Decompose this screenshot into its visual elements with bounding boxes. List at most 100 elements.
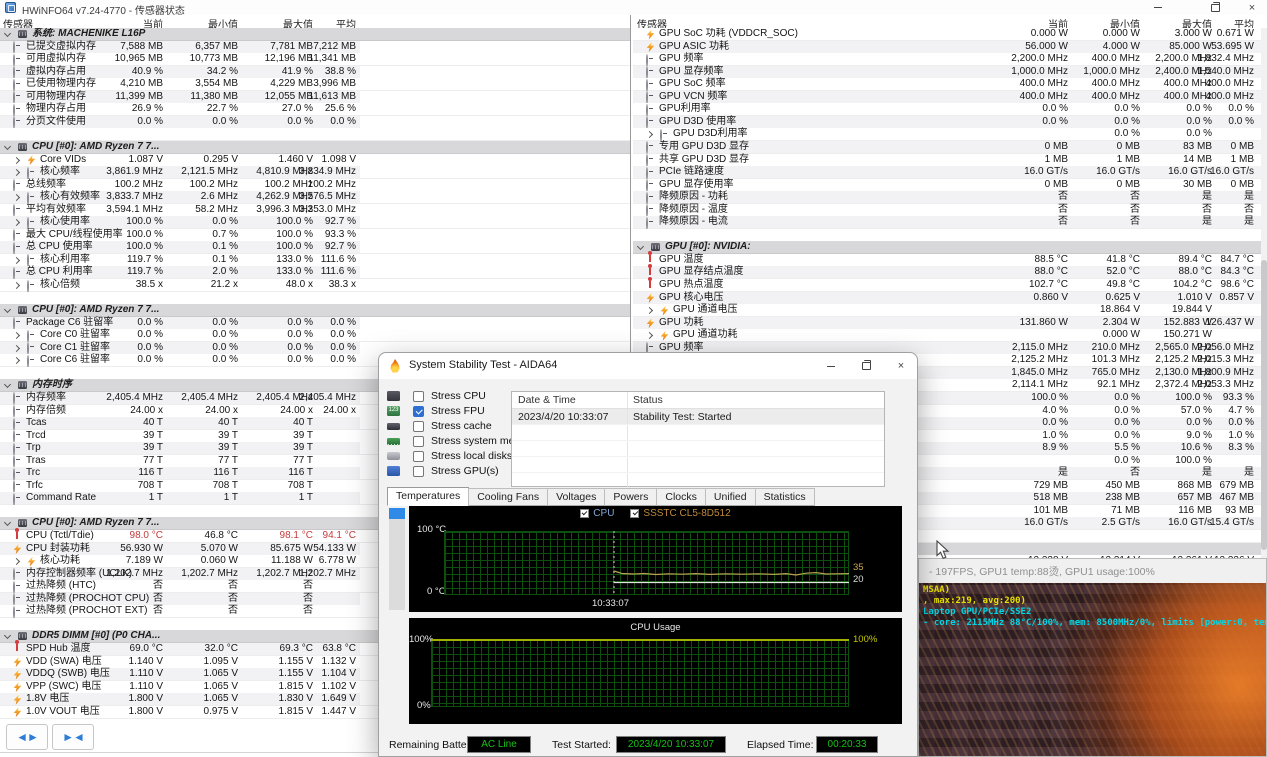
expand-chevron-icon[interactable] [13,169,20,176]
sensor-row[interactable]: 降频原因 - 温度否否否否 [633,204,1267,217]
sensor-row[interactable]: GPU 通道功耗0.000 W150.271 W [633,329,1267,342]
sensor-row[interactable]: 已提交虚拟内存7,588 MB6,357 MB7,781 MB7,212 MB [0,41,630,54]
furmark-titlebar[interactable]: - 197FPS, GPU1 temp:88烫, GPU1 usage:100% [919,559,1266,584]
legend-ssd[interactable]: SSSTC CL5-8D512 [630,508,730,519]
sensor-row[interactable]: GPU 通道电压18.864 V19.844 V [633,304,1267,317]
test-log-table[interactable]: Date & Time Status 2023/4/20 10:33:07 St… [511,391,885,487]
sensor-row[interactable]: GPU 频率2,200.0 MHz400.0 MHz2,200.0 MHz1,8… [633,53,1267,66]
expand-chevron-icon[interactable] [13,156,20,163]
aida-minimize-button[interactable] [816,353,846,379]
checkbox-icon[interactable] [580,509,589,518]
aida-titlebar[interactable]: System Stability Test - AIDA64 × [379,353,917,379]
expand-chevron-icon[interactable] [13,282,20,289]
expand-chevron-icon[interactable] [13,332,20,339]
sensor-row[interactable]: 已使用物理内存4,210 MB3,554 MB4,229 MB3,996 MB [0,78,630,91]
sensor-row[interactable]: GPU 显存频率1,000.0 MHz1,000.0 MHz2,400.0 MH… [633,66,1267,79]
sensor-row[interactable]: GPU 显存使用率0 MB0 MB30 MB0 MB [633,179,1267,192]
tab-statistics[interactable]: Statistics [755,488,815,506]
sensor-row[interactable]: 核心利用率119.7 %0.1 %133.0 %111.6 % [0,254,630,267]
sensor-row[interactable]: 核心频率3,861.9 MHz2,121.5 MHz4,810.9 MHz3,8… [0,166,630,179]
sensor-row[interactable]: Core VIDs1.087 V0.295 V1.460 V1.098 V [0,154,630,167]
tab-temperatures[interactable]: Temperatures [387,487,469,506]
expand-chevron-icon[interactable] [646,131,653,138]
sensor-row[interactable]: 虚拟内存占用40.9 %34.2 %41.9 %38.8 % [0,66,630,79]
tab-powers[interactable]: Powers [604,488,657,506]
expand-chevron-icon[interactable] [646,332,653,339]
sensor-row[interactable]: 最大 CPU/线程使用率100.0 %0.7 %100.0 %93.3 % [0,229,630,242]
scrollbar-thumb[interactable] [1261,260,1267,550]
sensor-row[interactable]: 分页文件使用0.0 %0.0 %0.0 %0.0 % [0,116,630,129]
collapse-chevron-icon[interactable] [4,306,11,313]
sensor-row[interactable]: GPU 温度88.5 °C41.8 °C89.4 °C84.7 °C [633,254,1267,267]
aida-close-button[interactable]: × [886,353,916,379]
sensor-row[interactable]: GPU ASIC 功耗56.000 W4.000 W85.000 W53.695… [633,41,1267,54]
checkbox[interactable] [413,466,424,477]
hwinfo-minimize-button[interactable] [1143,0,1173,15]
expand-chevron-icon[interactable] [13,345,20,352]
sensor-row[interactable]: GPU利用率0.0 %0.0 %0.0 %0.0 % [633,103,1267,116]
sensor-row[interactable]: GPU D3D 使用率0.0 %0.0 %0.0 %0.0 % [633,116,1267,129]
collapse-chevron-icon[interactable] [4,381,11,388]
sensor-row[interactable]: 降频原因 - 电流否否是是 [633,216,1267,229]
expand-chevron-icon[interactable] [13,558,20,565]
legend-cpu[interactable]: CPU [580,508,614,519]
collapse-chevron-icon[interactable] [4,632,11,639]
sensor-row[interactable]: GPU SoC 功耗 (VDDCR_SOC)0.000 W0.000 W3.00… [633,28,1267,41]
expand-columns-button[interactable]: ◄► [6,724,48,750]
aida-maximize-button[interactable] [851,353,881,379]
checkbox-icon[interactable] [630,509,639,518]
sensor-row[interactable]: Core C0 驻留率0.0 %0.0 %0.0 %0.0 % [0,329,630,342]
sensor-row[interactable]: 总线频率100.2 MHz100.2 MHz100.2 MHz100.2 MHz [0,179,630,192]
sensor-row[interactable]: 总 CPU 利用率119.7 %2.0 %133.0 %111.6 % [0,266,630,279]
sensor-row[interactable]: 平均有效频率3,594.1 MHz58.2 MHz3,996.3 MHz3,35… [0,204,630,217]
tab-unified[interactable]: Unified [705,488,756,506]
tab-voltages[interactable]: Voltages [547,488,605,506]
log-row[interactable]: 2023/4/20 10:33:07 Stability Test: Start… [512,409,884,425]
sensor-row[interactable]: 总 CPU 使用率100.0 %0.1 %100.0 %92.7 % [0,241,630,254]
sensor-row[interactable]: GPU 功耗131.860 W2.304 W152.883 W126.437 W [633,317,1267,330]
collapse-chevron-icon[interactable] [4,30,11,37]
chart-scale-slider[interactable] [389,508,405,610]
expand-chevron-icon[interactable] [646,307,653,314]
sensor-row[interactable]: 专用 GPU D3D 显存0 MB0 MB83 MB0 MB [633,141,1267,154]
sensor-row[interactable]: 可用物理内存11,399 MB11,380 MB12,055 MB11,613 … [0,91,630,104]
collapse-columns-button[interactable]: ►◄ [52,724,94,750]
sensor-row[interactable]: GPU SoC 频率400.0 MHz400.0 MHz400.0 MHz400… [633,78,1267,91]
sensor-row[interactable]: 可用虚拟内存10,965 MB10,773 MB12,196 MB11,341 … [0,53,630,66]
sensor-row[interactable]: 降频原因 - 功耗否否是是 [633,191,1267,204]
sensor-row[interactable]: PCIe 链路速度16.0 GT/s16.0 GT/s16.0 GT/s16.0… [633,166,1267,179]
checkbox[interactable] [413,421,424,432]
expand-chevron-icon[interactable] [13,194,20,201]
slider-thumb[interactable] [389,508,405,519]
sensor-row[interactable]: 核心有效频率3,833.7 MHz2.6 MHz4,262.9 MHz3,576… [0,191,630,204]
checkbox[interactable] [413,391,424,402]
sensor-row[interactable]: GPU 热点温度102.7 °C49.8 °C104.2 °C98.6 °C [633,279,1267,292]
collapse-chevron-icon[interactable] [4,519,11,526]
section-row[interactable]: GPU [#0]: NVIDIA: [633,241,1267,254]
tab-clocks[interactable]: Clocks [656,488,706,506]
sensor-row[interactable]: 共享 GPU D3D 显存1 MB1 MB14 MB1 MB [633,154,1267,167]
sensor-row[interactable]: 物理内存占用26.9 %22.7 %27.0 %25.6 % [0,103,630,116]
sensor-row[interactable]: GPU D3D利用率0.0 %0.0 % [633,128,1267,141]
hwinfo-restore-button[interactable] [1200,0,1230,15]
expand-chevron-icon[interactable] [13,219,20,226]
expand-chevron-icon[interactable] [13,257,20,264]
collapse-chevron-icon[interactable] [637,243,644,250]
sensor-row[interactable]: 核心倍频38.5 x21.2 x48.0 x38.3 x [0,279,630,292]
section-row[interactable]: 系统: MACHENIKE L16P [0,28,630,41]
section-row[interactable]: CPU [#0]: AMD Ryzen 7 7... [0,304,630,317]
section-row[interactable]: CPU [#0]: AMD Ryzen 7 7... [0,141,630,154]
hwinfo-close-button[interactable]: × [1237,0,1267,15]
checkbox[interactable] [413,436,424,447]
hwinfo-titlebar[interactable]: HWiNFO64 v7.24-4770 - 传感器状态 × [0,0,1267,15]
checkbox[interactable] [413,406,424,417]
checkbox[interactable] [413,451,424,462]
expand-chevron-icon[interactable] [13,357,20,364]
sensor-row[interactable]: GPU 显存结点温度88.0 °C52.0 °C88.0 °C84.3 °C [633,266,1267,279]
tab-cooling-fans[interactable]: Cooling Fans [468,488,548,506]
collapse-chevron-icon[interactable] [4,143,11,150]
sensor-row[interactable]: Package C6 驻留率0.0 %0.0 %0.0 %0.0 % [0,317,630,330]
sensor-row[interactable]: 核心使用率100.0 %0.0 %100.0 %92.7 % [0,216,630,229]
sensor-row[interactable]: GPU VCN 频率400.0 MHz400.0 MHz400.0 MHz400… [633,91,1267,104]
sensor-row[interactable]: GPU 核心电压0.860 V0.625 V1.010 V0.857 V [633,292,1267,305]
